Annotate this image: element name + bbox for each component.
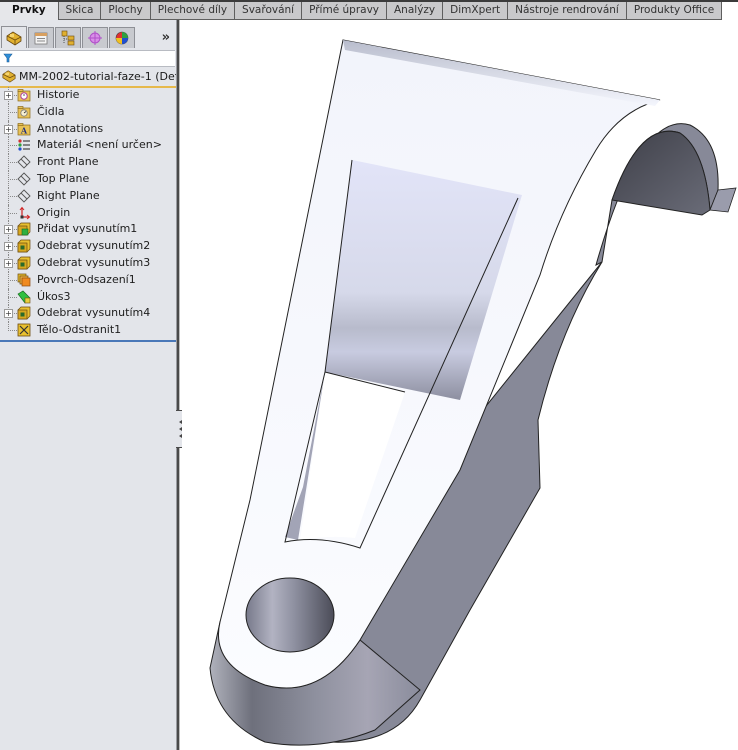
graphics-area[interactable] (182, 20, 738, 750)
pivot-hole (245, 577, 335, 653)
3d-model[interactable] (0, 0, 738, 750)
